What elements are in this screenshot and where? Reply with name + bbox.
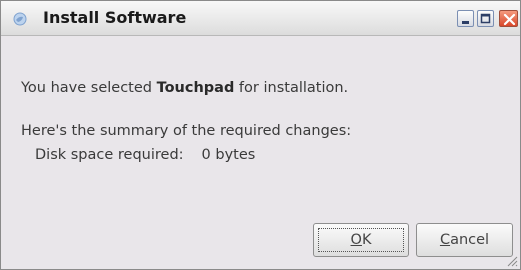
cancel-mnemonic: C — [439, 232, 451, 248]
window-title: Install Software — [43, 8, 187, 27]
message-suffix: for installation. — [234, 80, 349, 96]
package-name: Touchpad — [156, 80, 235, 96]
disk-space-row: Disk space required: 0 bytes — [35, 147, 255, 163]
resize-grip-icon[interactable] — [505, 254, 518, 267]
message-prefix: You have selected — [21, 80, 157, 96]
summary-heading: Here's the summary of the required chang… — [21, 123, 352, 139]
close-icon — [503, 13, 516, 26]
title-bar[interactable]: Install Software — [1, 1, 520, 36]
cancel-button[interactable]: Cancel — [416, 223, 513, 257]
maximize-button[interactable] — [477, 10, 494, 27]
selection-message: You have selected Touchpad for installat… — [21, 80, 348, 96]
maximize-icon — [480, 13, 491, 24]
ok-button-label: OK — [318, 228, 404, 252]
disk-space-label: Disk space required: — [35, 147, 184, 163]
minimize-button[interactable] — [457, 10, 474, 27]
globe-icon — [13, 12, 27, 26]
ok-label-rest: K — [361, 232, 372, 248]
cancel-button-label: Cancel — [421, 228, 508, 252]
ok-mnemonic: O — [350, 232, 362, 248]
install-software-dialog: Install Software You have selected Touch… — [0, 0, 521, 270]
disk-space-value: 0 bytes — [201, 147, 256, 163]
minimize-icon — [462, 21, 469, 24]
cancel-label-rest: ancel — [450, 232, 490, 248]
close-button[interactable] — [499, 10, 518, 27]
ok-button[interactable]: OK — [313, 223, 409, 257]
